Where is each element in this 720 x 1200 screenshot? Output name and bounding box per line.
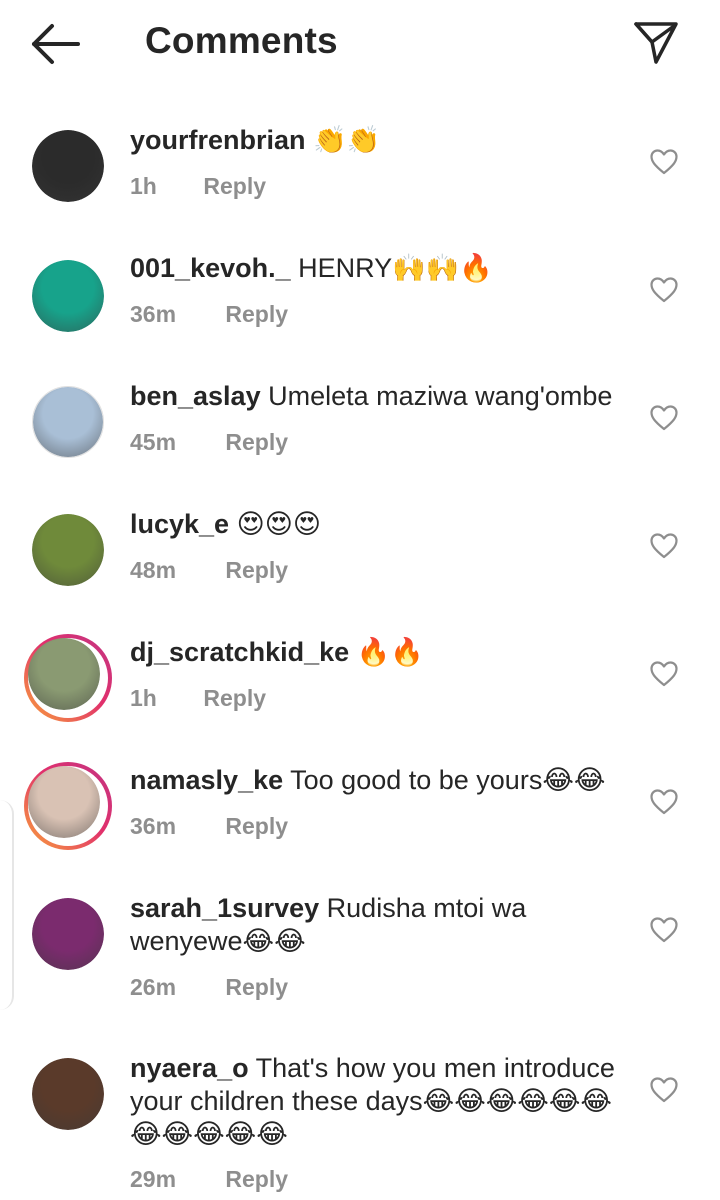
comment-body: 👏👏 bbox=[313, 125, 381, 155]
comment-text: ben_aslay Umeleta maziwa wang'ombe bbox=[130, 380, 630, 413]
comment-body: Too good to be yours😂😂 bbox=[290, 765, 606, 795]
heart-icon bbox=[650, 533, 678, 559]
reply-button[interactable]: Reply bbox=[225, 557, 288, 584]
comment-meta: 29m Reply bbox=[130, 1166, 288, 1193]
comment-username[interactable]: 001_kevoh._ bbox=[130, 253, 291, 283]
like-button[interactable] bbox=[650, 917, 678, 943]
back-button[interactable] bbox=[28, 22, 84, 66]
reply-button[interactable]: Reply bbox=[225, 301, 288, 328]
like-button[interactable] bbox=[650, 533, 678, 559]
avatar[interactable] bbox=[32, 514, 104, 586]
heart-icon bbox=[650, 1077, 678, 1103]
reply-button[interactable]: Reply bbox=[203, 173, 266, 200]
heart-icon bbox=[650, 661, 678, 687]
like-button[interactable] bbox=[650, 405, 678, 431]
comment-timestamp: 36m bbox=[130, 301, 177, 327]
comment-meta: 1h Reply bbox=[130, 173, 266, 200]
avatar-image bbox=[32, 1058, 104, 1130]
reply-button[interactable]: Reply bbox=[225, 813, 288, 840]
page-title: Comments bbox=[145, 20, 338, 61]
reply-button[interactable]: Reply bbox=[225, 1166, 288, 1193]
avatar bbox=[28, 638, 100, 710]
arrow-left-icon bbox=[32, 24, 80, 64]
avatar-image bbox=[28, 766, 100, 838]
like-button[interactable] bbox=[650, 149, 678, 175]
heart-icon bbox=[650, 405, 678, 431]
avatar-image bbox=[32, 898, 104, 970]
comment-body: Umeleta maziwa wang'ombe bbox=[268, 381, 613, 411]
avatar[interactable] bbox=[32, 386, 104, 458]
header-bar: Comments bbox=[0, 0, 720, 88]
avatar[interactable] bbox=[32, 1058, 104, 1130]
comment-text: 001_kevoh._ HENRY🙌🙌🔥 bbox=[130, 252, 630, 285]
comment-meta: 45m Reply bbox=[130, 429, 288, 456]
reply-button[interactable]: Reply bbox=[203, 685, 266, 712]
side-scroll-edge bbox=[0, 800, 14, 1010]
avatar-image bbox=[32, 514, 104, 586]
like-button[interactable] bbox=[650, 1077, 678, 1103]
comment-username[interactable]: sarah_1survey bbox=[130, 893, 319, 923]
avatar-image bbox=[33, 387, 103, 457]
paper-plane-icon bbox=[634, 22, 678, 64]
comment-text: dj_scratchkid_ke 🔥🔥 bbox=[130, 636, 630, 669]
comment-username[interactable]: ben_aslay bbox=[130, 381, 261, 411]
like-button[interactable] bbox=[650, 789, 678, 815]
comment-timestamp: 45m bbox=[130, 429, 177, 455]
comment-username[interactable]: lucyk_e bbox=[130, 509, 229, 539]
comment-meta: 1h Reply bbox=[130, 685, 266, 712]
comment-body: 🔥🔥 bbox=[356, 637, 424, 667]
comment-timestamp: 36m bbox=[130, 813, 177, 839]
heart-icon bbox=[650, 917, 678, 943]
comment-body: 😍😍😍 bbox=[236, 509, 322, 539]
avatar[interactable] bbox=[32, 260, 104, 332]
reply-button[interactable]: Reply bbox=[225, 429, 288, 456]
avatar-image bbox=[28, 638, 100, 710]
comment-meta: 48m Reply bbox=[130, 557, 288, 584]
comment-text: lucyk_e 😍😍😍 bbox=[130, 508, 630, 541]
heart-icon bbox=[650, 789, 678, 815]
comment-text: namasly_ke Too good to be yours😂😂 bbox=[130, 764, 630, 797]
avatar-image bbox=[32, 260, 104, 332]
like-button[interactable] bbox=[650, 661, 678, 687]
comment-text: yourfrenbrian 👏👏 bbox=[130, 124, 630, 157]
comment-username[interactable]: namasly_ke bbox=[130, 765, 283, 795]
comment-body: HENRY🙌🙌🔥 bbox=[298, 253, 494, 283]
avatar[interactable] bbox=[32, 898, 104, 970]
avatar-story-ring[interactable] bbox=[24, 762, 112, 850]
avatar-image bbox=[32, 130, 104, 202]
comment-meta: 36m Reply bbox=[130, 301, 288, 328]
comment-timestamp: 29m bbox=[130, 1166, 177, 1192]
comment-timestamp: 1h bbox=[130, 685, 157, 711]
comment-meta: 26m Reply bbox=[130, 974, 288, 1001]
comment-text: nyaera_o That's how you men introduce yo… bbox=[130, 1052, 625, 1151]
comment-timestamp: 1h bbox=[130, 173, 157, 199]
heart-icon bbox=[650, 149, 678, 175]
comment-username[interactable]: yourfrenbrian bbox=[130, 125, 306, 155]
comment-timestamp: 26m bbox=[130, 974, 177, 1000]
comment-text: sarah_1survey Rudisha mtoi wa wenyewe😂😂 bbox=[130, 892, 550, 958]
like-button[interactable] bbox=[650, 277, 678, 303]
comment-timestamp: 48m bbox=[130, 557, 177, 583]
avatar bbox=[28, 766, 100, 838]
avatar-story-ring[interactable] bbox=[24, 634, 112, 722]
comment-username[interactable]: dj_scratchkid_ke bbox=[130, 637, 349, 667]
avatar[interactable] bbox=[32, 130, 104, 202]
heart-icon bbox=[650, 277, 678, 303]
comment-meta: 36m Reply bbox=[130, 813, 288, 840]
share-button[interactable] bbox=[630, 18, 682, 66]
comment-username[interactable]: nyaera_o bbox=[130, 1053, 249, 1083]
reply-button[interactable]: Reply bbox=[225, 974, 288, 1001]
